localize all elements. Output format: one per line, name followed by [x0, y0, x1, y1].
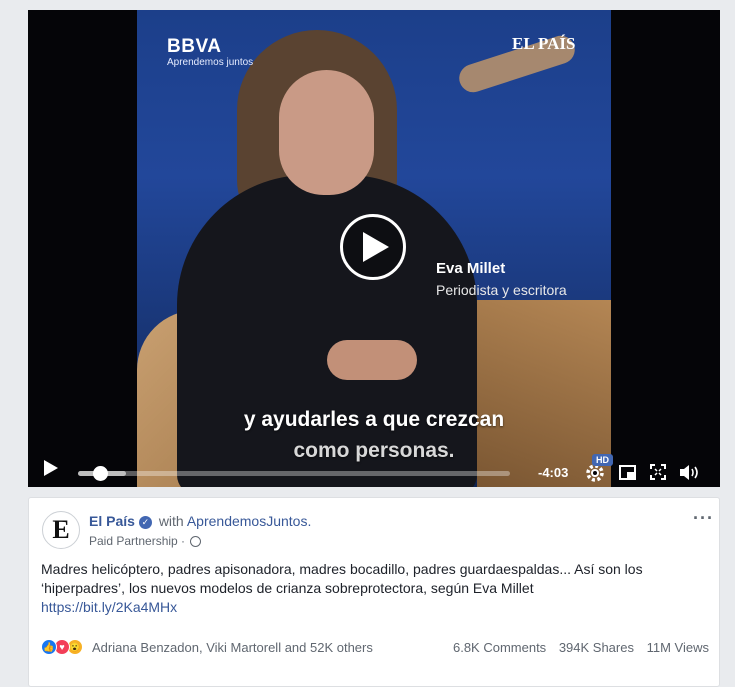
views-count[interactable]: 11M Views	[647, 640, 709, 655]
bbva-logo: BBVA	[167, 36, 222, 57]
speaker-face	[279, 70, 374, 195]
post-footer: 👍 ♥ 😮 Adriana Benzadon, Viki Martorell a…	[41, 638, 709, 658]
reaction-icons[interactable]: 👍 ♥ 😮	[41, 639, 89, 655]
el-pais-logo: EL PAÍS	[512, 34, 576, 53]
play-icon	[362, 232, 389, 262]
partner-link[interactable]: AprendemosJuntos.	[187, 513, 312, 529]
post-link[interactable]: https://bit.ly/2Ka4MHx	[41, 598, 709, 617]
avatar-letter: E	[52, 515, 70, 544]
bbva-tagline: Aprendemos juntos	[167, 57, 254, 68]
seek-bar-handle[interactable]	[92, 466, 108, 481]
shares-count[interactable]: 394K Shares	[559, 640, 634, 655]
page-top-strip	[0, 0, 735, 10]
seek-bar[interactable]	[78, 466, 510, 481]
video-player[interactable]: BBVA Aprendemos juntos EL PAÍS Eva Mille…	[28, 10, 720, 487]
speaker-role: Periodista y escritora	[436, 282, 567, 298]
verified-badge-icon: ✓	[138, 516, 152, 529]
with-label: with	[158, 513, 184, 529]
like-icon: 👍	[41, 639, 57, 655]
page-name-link[interactable]: El País	[89, 513, 135, 529]
play-icon[interactable]	[42, 458, 60, 478]
reactors-summary[interactable]: Adriana Benzadon, Viki Martorell and 52K…	[92, 640, 373, 655]
video-controls: -4:03 HD	[28, 450, 720, 487]
speaker-name: Eva Millet	[436, 260, 506, 277]
paid-partnership-label[interactable]: Paid Partnership ·	[89, 534, 185, 548]
post-header: El País ✓ with AprendemosJuntos.	[89, 513, 311, 529]
page-avatar[interactable]: E	[42, 511, 80, 549]
fullscreen-icon[interactable]	[650, 464, 666, 480]
speaker-hands	[327, 340, 417, 380]
more-options-button[interactable]: ···	[693, 508, 714, 529]
post-body: Madres helicóptero, padres apisonadora, …	[41, 560, 709, 617]
hd-badge[interactable]: HD	[592, 454, 613, 466]
post-card: E El País ✓ with AprendemosJuntos. Paid P…	[28, 497, 720, 687]
post-text: Madres helicóptero, padres apisonadora, …	[41, 561, 643, 596]
time-remaining: -4:03	[538, 465, 569, 480]
video-frame[interactable]: BBVA Aprendemos juntos EL PAÍS Eva Mille…	[137, 10, 611, 487]
comments-count[interactable]: 6.8K Comments	[453, 640, 546, 655]
post-stats: 6.8K Comments 394K Shares 11M Views	[444, 640, 709, 655]
globe-icon[interactable]	[190, 536, 202, 547]
post-subtitle: Paid Partnership ·	[89, 534, 202, 548]
subtitle-line-1: y ayudarles a que crezcan	[243, 408, 505, 431]
volume-icon[interactable]	[679, 464, 701, 481]
big-play-button[interactable]	[340, 214, 406, 280]
picture-in-picture-icon[interactable]	[619, 465, 636, 480]
